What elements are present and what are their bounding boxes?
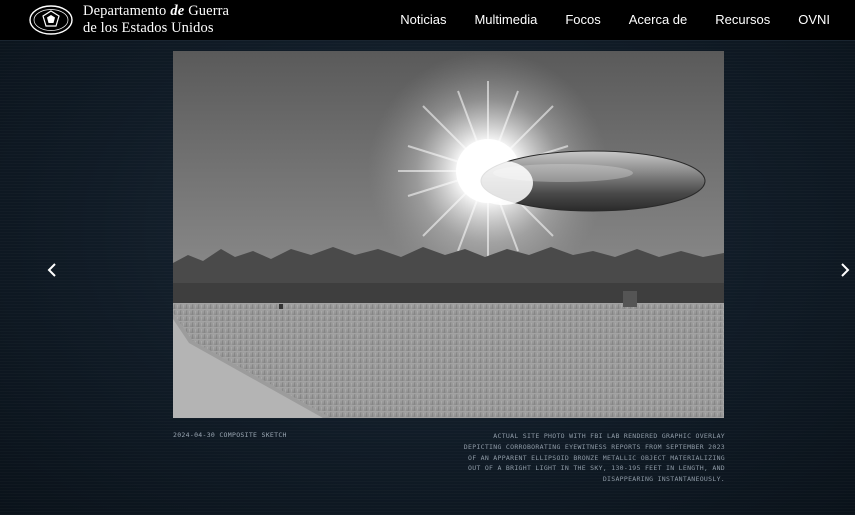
department-seal-icon[interactable] — [29, 5, 73, 35]
site-header: Departamento de Guerra de los Estados Unid… — [0, 0, 855, 41]
nav-item-multimedia[interactable]: Multimedia — [474, 12, 537, 27]
main-nav: Noticias Multimedia Focos Acerca de Recu… — [372, 12, 830, 27]
nav-item-ovni[interactable]: OVNI — [798, 12, 830, 27]
image-caption-date: 2024-04-30 COMPOSITE SKETCH — [173, 431, 287, 439]
brand-word-de: de — [170, 3, 185, 19]
nav-item-focos[interactable]: Focos — [565, 12, 600, 27]
brand-word-guerra: Guerra — [188, 3, 230, 19]
chevron-right-icon[interactable] — [837, 262, 853, 278]
brand-line-2: de los Estados Unidos — [83, 20, 214, 36]
site-brand[interactable]: Departamento de Guerra de los Estados Unid… — [83, 3, 229, 37]
chevron-left-icon[interactable] — [45, 262, 61, 278]
nav-item-recursos[interactable]: Recursos — [715, 12, 770, 27]
image-caption-description: ACTUAL SITE PHOTO WITH FBI LAB RENDERED … — [463, 432, 725, 484]
brand-word-departamento: Departamento — [83, 3, 167, 19]
nav-item-noticias[interactable]: Noticias — [400, 12, 446, 27]
carousel-image-ufo-composite — [173, 51, 724, 418]
nav-item-acerca-de[interactable]: Acerca de — [629, 12, 688, 27]
